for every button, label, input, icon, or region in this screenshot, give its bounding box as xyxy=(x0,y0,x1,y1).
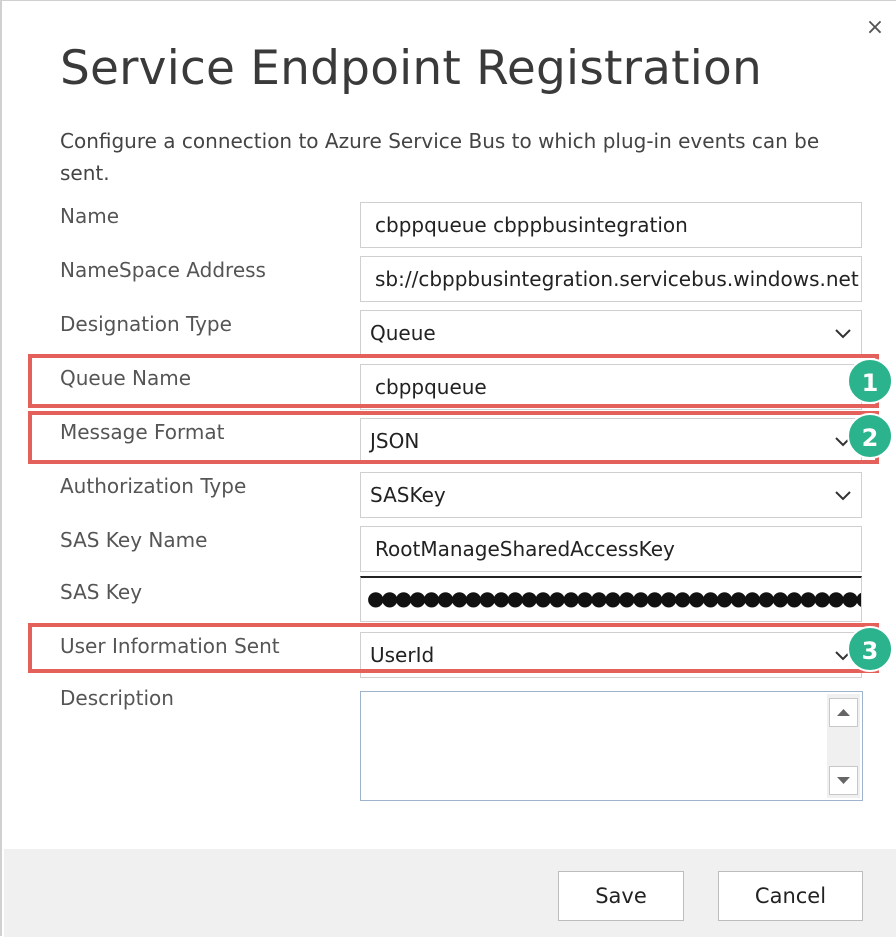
callout-badge-3: 3 xyxy=(847,626,893,672)
name-field[interactable]: cbppqueue cbppbusintegration xyxy=(360,202,862,248)
message-format-value: JSON xyxy=(370,429,420,453)
arrow-down-icon xyxy=(837,777,850,784)
authorization-type-select[interactable]: SASKey xyxy=(360,472,862,518)
sas-key-name-field[interactable]: RootManageSharedAccessKey xyxy=(360,526,862,572)
queue-name-label: Queue Name xyxy=(60,366,192,390)
user-information-sent-label: User Information Sent xyxy=(60,634,280,658)
sas-key-field[interactable]: ●●●●●●●●●●●●●●●●●●●●●●●●●●●●●●●●●●●●●●●●… xyxy=(360,576,862,622)
name-label: Name xyxy=(60,204,120,228)
description-textarea[interactable] xyxy=(360,691,863,801)
sas-key-label: SAS Key xyxy=(60,580,143,604)
queue-name-field[interactable]: cbppqueue xyxy=(360,364,862,410)
scrollbar[interactable] xyxy=(827,694,860,798)
sas-key-name-value: RootManageSharedAccessKey xyxy=(375,537,675,561)
sas-key-masked-value: ●●●●●●●●●●●●●●●●●●●●●●●●●●●●●●●●●●●●●●●●… xyxy=(367,586,861,610)
authorization-type-label: Authorization Type xyxy=(60,474,247,498)
cancel-button[interactable]: Cancel xyxy=(718,871,863,921)
queue-name-value: cbppqueue xyxy=(375,375,487,399)
message-format-select[interactable]: JSON xyxy=(360,418,862,464)
namespace-address-value: sb://cbppbusintegration.servicebus.windo… xyxy=(375,267,859,291)
namespace-address-label: NameSpace Address xyxy=(60,258,266,282)
chevron-down-icon xyxy=(835,329,851,339)
scroll-up-button[interactable] xyxy=(829,698,858,727)
message-format-label: Message Format xyxy=(60,420,225,444)
designation-type-select[interactable]: Queue xyxy=(360,310,862,356)
user-information-sent-value: UserId xyxy=(370,643,435,667)
arrow-up-icon xyxy=(837,709,850,716)
scroll-down-button[interactable] xyxy=(829,766,858,795)
service-endpoint-dialog: × Service Endpoint Registration Configur… xyxy=(0,0,896,937)
sas-key-name-label: SAS Key Name xyxy=(60,528,208,552)
authorization-type-value: SASKey xyxy=(370,483,446,507)
user-information-sent-select[interactable]: UserId xyxy=(360,632,862,678)
callout-badge-1: 1 xyxy=(847,358,893,404)
chevron-down-icon xyxy=(835,491,851,501)
namespace-address-field[interactable]: sb://cbppbusintegration.servicebus.windo… xyxy=(360,256,862,302)
close-icon[interactable]: × xyxy=(862,15,888,41)
name-value: cbppqueue cbppbusintegration xyxy=(375,213,688,237)
dialog-title: Service Endpoint Registration xyxy=(60,41,762,96)
designation-type-label: Designation Type xyxy=(60,312,232,336)
designation-type-value: Queue xyxy=(370,321,436,345)
callout-badge-2: 2 xyxy=(847,413,893,459)
dialog-subtitle: Configure a connection to Azure Service … xyxy=(60,129,820,185)
save-button[interactable]: Save xyxy=(558,871,684,921)
description-label: Description xyxy=(60,686,174,710)
